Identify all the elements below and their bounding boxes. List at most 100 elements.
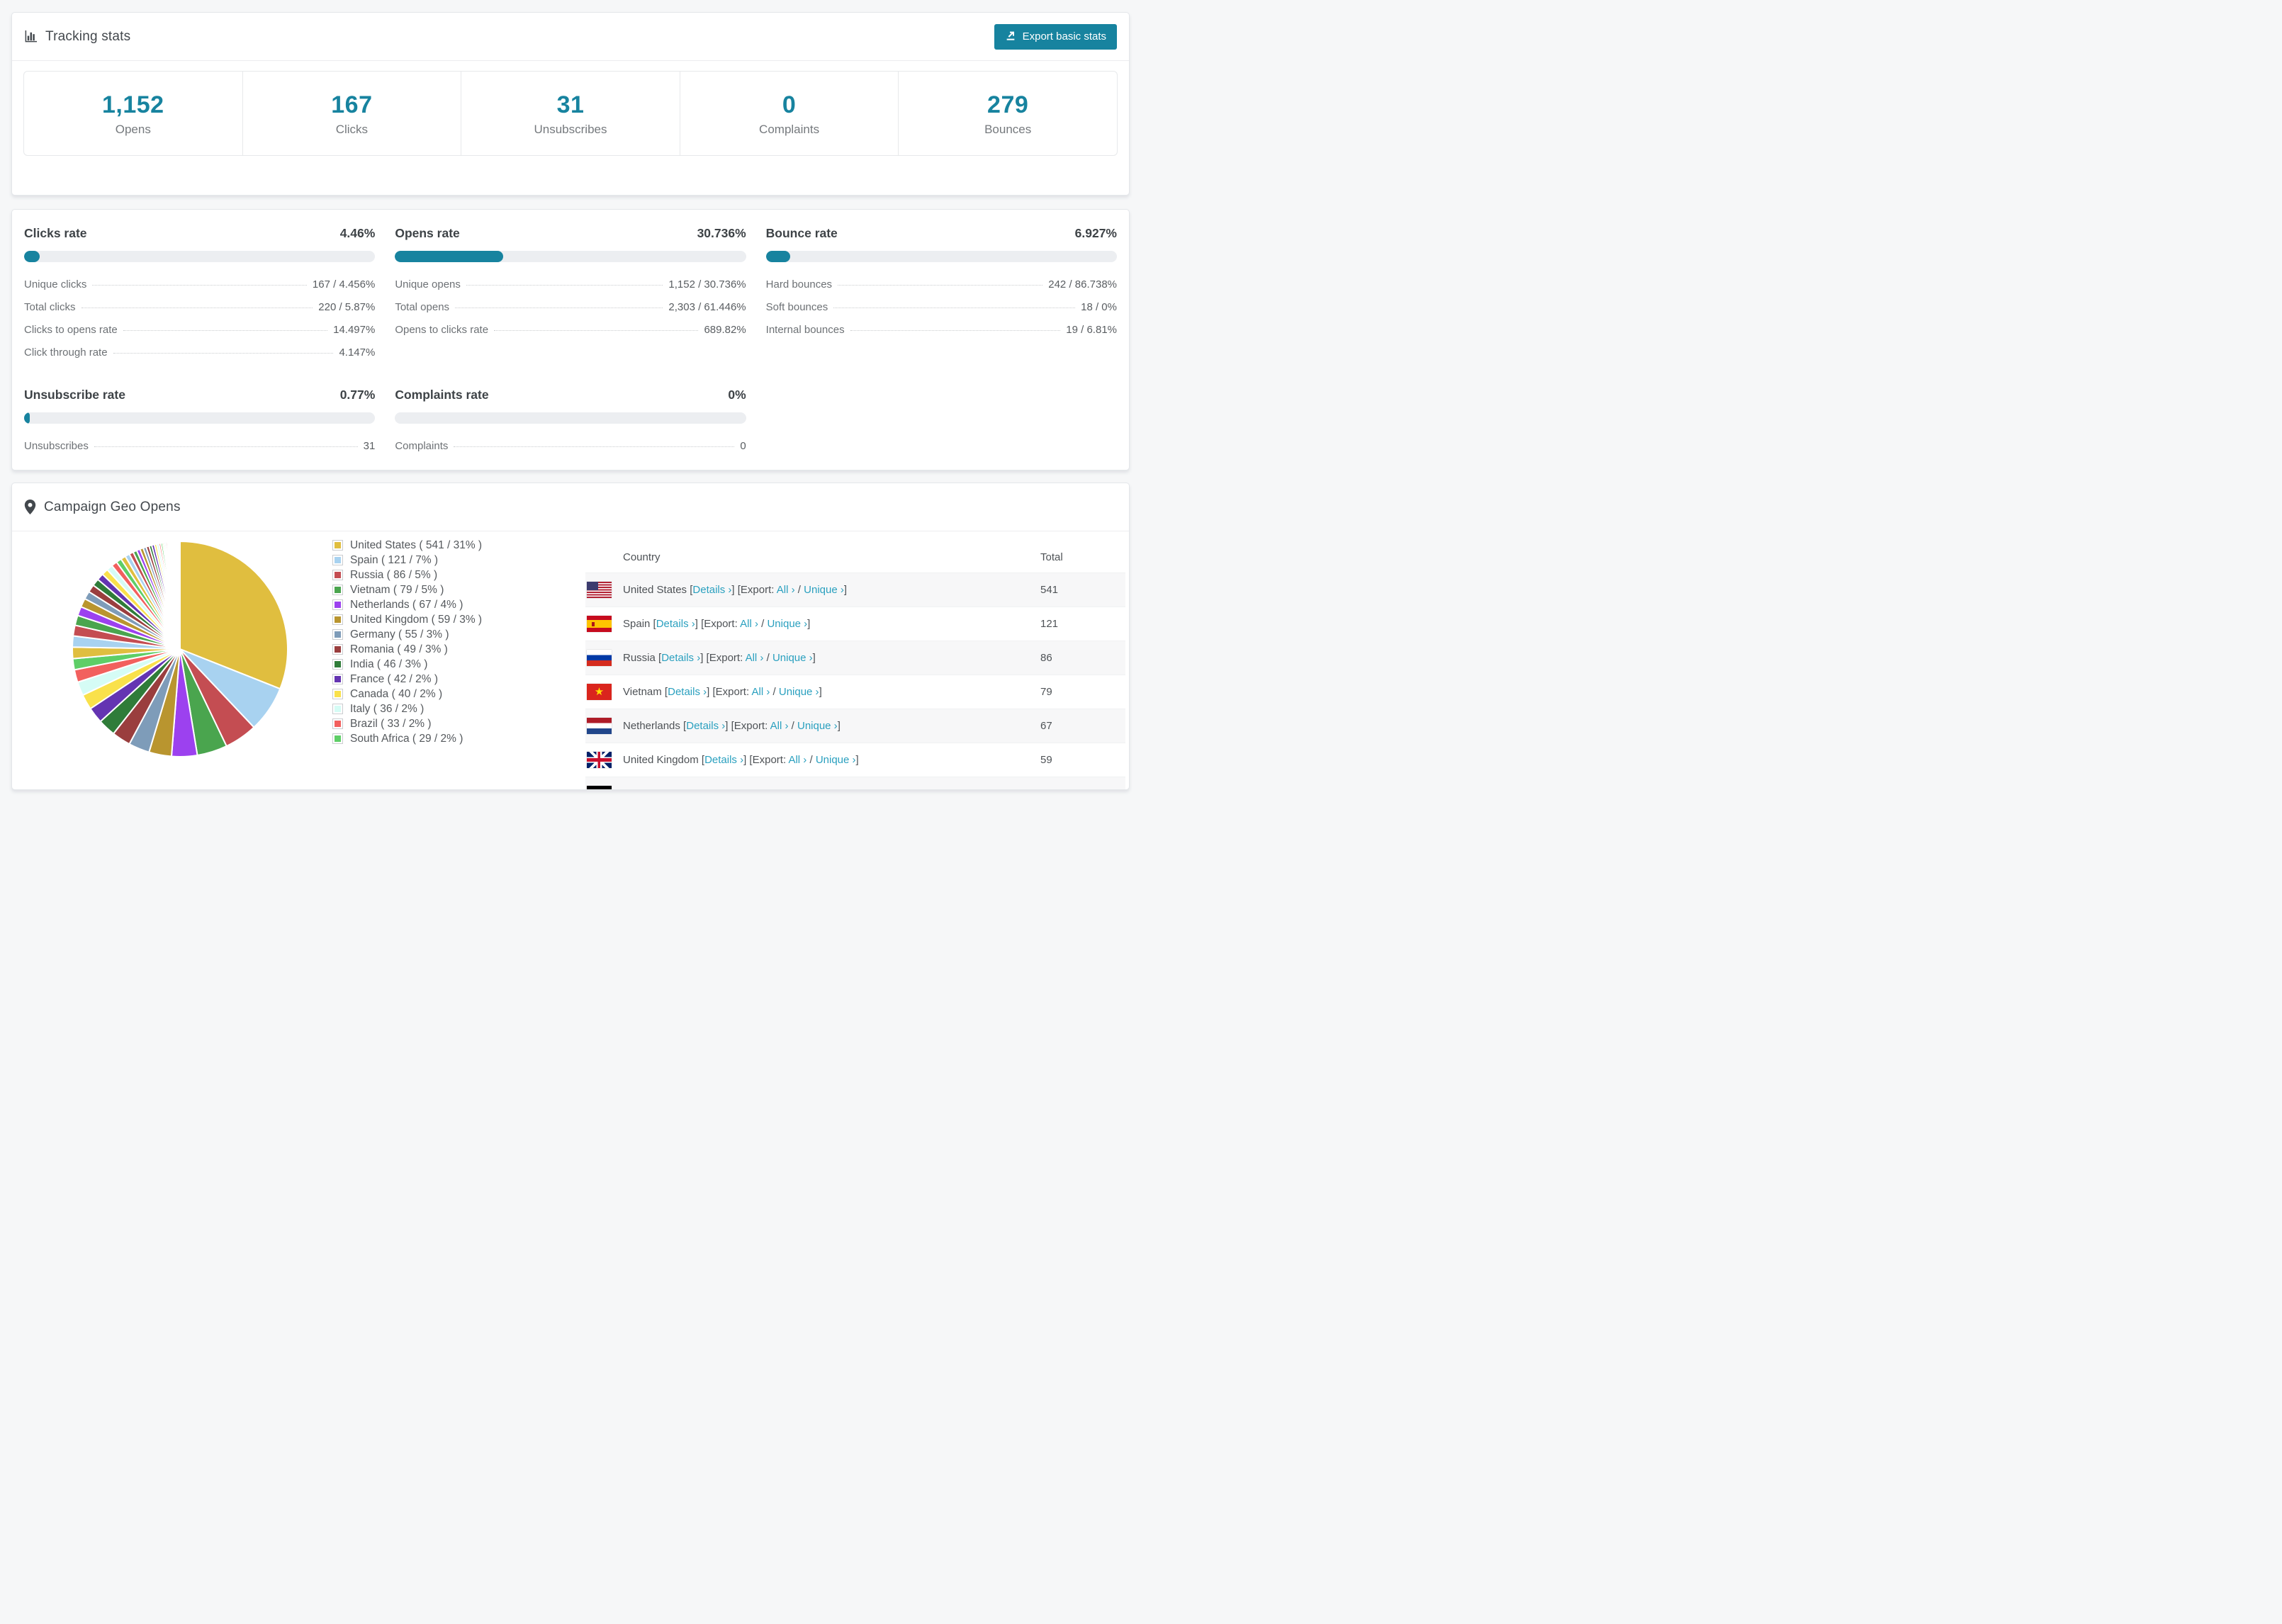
country-name: Spain (623, 618, 651, 631)
table-row: Russia [Details ›] [Export: All › / Uniq… (585, 641, 1125, 675)
rate-block-opens-rate: Opens rate 30.736% Unique opens 1,152 / 30.… (395, 226, 746, 363)
stat-complaints: 0 Complaints (679, 72, 899, 156)
rate-title: Clicks rate (24, 226, 87, 241)
total-cell: 79 (1040, 686, 1052, 699)
metric-label: Soft bounces (765, 300, 828, 313)
progress-fill (765, 251, 790, 263)
metric-row: Unique clicks 167 / 4.456% (24, 273, 375, 295)
export-unique-link[interactable]: Unique › (797, 720, 838, 732)
export-all-link[interactable]: All › (740, 618, 758, 630)
total-cell: 67 (1040, 720, 1052, 733)
flag-gb-icon (587, 752, 612, 769)
legend-item: United Kingdom ( 59 / 3% ) (332, 612, 482, 627)
progress-bar (24, 251, 376, 263)
rate-header: Opens rate 30.736% (395, 226, 746, 241)
export-all-link[interactable]: All › (770, 720, 789, 732)
country-name: United States (623, 584, 687, 597)
table-body: United States [Details ›] [Export: All ›… (585, 573, 1125, 790)
rate-value: 0.77% (339, 388, 376, 402)
export-unique-link[interactable]: Unique › (772, 652, 813, 664)
metric-label: Unsubscribes (24, 439, 89, 452)
rate-block-bounce-rate: Bounce rate 6.927% Hard bounces 242 / 86.73… (765, 226, 1117, 363)
legend-item: Vietnam ( 79 / 5% ) (332, 582, 482, 597)
rate-block-complaints-rate: Complaints rate 0% Complaints 0 (395, 388, 746, 457)
export-all-link[interactable]: All › (746, 652, 764, 664)
dotted-leader (113, 352, 334, 354)
legend-swatch (332, 614, 343, 626)
tracking-stats-header: Tracking stats Export basic stats (12, 13, 1129, 61)
metric-row: Click through rate 4.147% (24, 341, 375, 363)
legend-swatch (332, 540, 343, 551)
export-unique-link[interactable]: Unique › (816, 754, 856, 766)
geo-opens-pie-chart[interactable] (67, 536, 293, 762)
stat-label: Clicks (335, 123, 369, 137)
metric-value: 14.497% (333, 323, 376, 336)
rate-value: 6.927% (1074, 226, 1117, 241)
pie-slice[interactable] (179, 541, 181, 650)
metric-row: Opens to clicks rate 689.82% (395, 318, 746, 341)
flag-es-icon (587, 616, 612, 633)
legend-item: Russia ( 86 / 5% ) (332, 568, 482, 582)
dotted-leader (466, 284, 663, 286)
legend-label: United Kingdom ( 59 / 3% ) (350, 613, 483, 626)
legend-label: United States ( 541 / 31% ) (350, 538, 483, 551)
metric-label: Click through rate (24, 346, 108, 359)
details-link[interactable]: Details › (656, 618, 695, 630)
legend-item: Italy ( 36 / 2% ) (332, 701, 482, 716)
rate-value: 0% (728, 388, 746, 402)
table-row: United Kingdom [Details ›] [Export: All … (585, 743, 1125, 777)
metric-rows: Hard bounces 242 / 86.738% Soft bounces 18 … (766, 273, 1117, 341)
details-link[interactable]: Details › (686, 720, 725, 732)
legend-item: Germany ( 55 / 3% ) (332, 627, 482, 642)
export-unique-link[interactable]: Unique › (804, 584, 844, 596)
export-unique-link[interactable]: Unique › (784, 788, 824, 789)
metric-value: 19 / 6.81% (1066, 323, 1117, 336)
tracking-stats-title-row: Tracking stats (24, 29, 130, 45)
export-basic-stats-button[interactable]: Export basic stats (994, 23, 1117, 50)
legend-item: Canada ( 40 / 2% ) (332, 687, 482, 701)
total-cell: 59 (1040, 754, 1052, 767)
details-link[interactable]: Details › (704, 754, 743, 766)
country-cell: Vietnam [Details ›] [Export: All › / Uni… (623, 686, 822, 699)
export-all-link[interactable]: All › (752, 686, 770, 698)
legend-label: Romania ( 49 / 3% ) (350, 643, 448, 655)
legend-item: United States ( 541 / 31% ) (332, 538, 482, 553)
dotted-leader (92, 284, 307, 286)
stat-clicks: 167 Clicks (242, 72, 461, 156)
legend-item: South Africa ( 29 / 2% ) (332, 731, 482, 746)
rate-block-unsubscribe-rate: Unsubscribe rate 0.77% Unsubscribes 31 (24, 388, 376, 457)
details-link[interactable]: Details › (668, 686, 707, 698)
geo-opens-title: Campaign Geo Opens (44, 499, 181, 514)
progress-fill (24, 412, 30, 424)
bar-chart-icon (24, 30, 38, 43)
dotted-leader (838, 284, 1043, 286)
progress-bar (395, 251, 746, 263)
total-cell: 541 (1040, 584, 1059, 597)
export-all-link[interactable]: All › (777, 584, 795, 596)
stat-opens: 1,152 Opens (24, 72, 242, 155)
legend-item: Netherlands ( 67 / 4% ) (332, 597, 482, 612)
export-all-link[interactable]: All › (788, 754, 806, 766)
metric-value: 31 (363, 439, 376, 452)
legend-swatch (332, 733, 343, 745)
stat-label: Unsubscribes (534, 123, 607, 137)
export-all-link[interactable]: All › (756, 788, 775, 789)
rate-block-clicks-rate: Clicks rate 4.46% Unique clicks 167 / 4.456… (24, 226, 376, 363)
metric-value: 0 (740, 439, 746, 452)
export-unique-link[interactable]: Unique › (779, 686, 819, 698)
flag-nl-icon (587, 718, 612, 735)
metric-row: Hard bounces 242 / 86.738% (766, 273, 1117, 295)
rate-value: 30.736% (697, 226, 746, 241)
details-link[interactable]: Details › (661, 652, 700, 664)
details-link[interactable]: Details › (673, 788, 712, 789)
geo-opens-table: Country Total United States [Details ›] … (585, 541, 1125, 790)
metric-label: Internal bounces (765, 323, 845, 336)
metric-value: 1,152 / 30.736% (668, 278, 746, 291)
details-link[interactable]: Details › (692, 584, 731, 596)
metric-value: 18 / 0% (1081, 300, 1117, 313)
total-cell: 86 (1040, 652, 1052, 665)
legend-label: Vietnam ( 79 / 5% ) (350, 583, 444, 596)
stat-value: 167 (331, 91, 373, 118)
metric-value: 2,303 / 61.446% (668, 300, 746, 313)
export-unique-link[interactable]: Unique › (767, 618, 807, 630)
